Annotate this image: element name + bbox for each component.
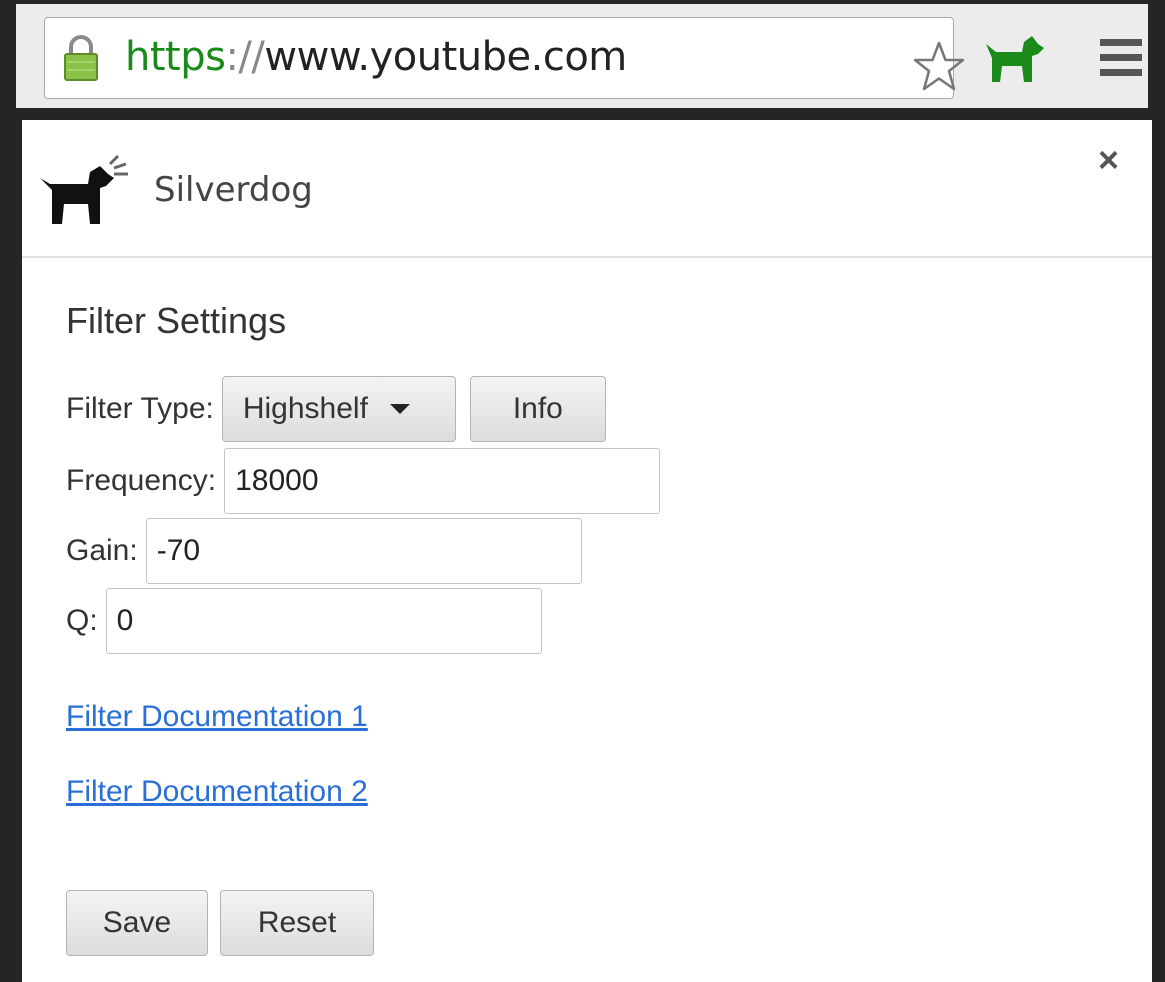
filter-documentation-1-link[interactable]: Filter Documentation 1: [66, 700, 368, 734]
filter-type-select[interactable]: Highshelf: [221, 376, 456, 442]
url-text[interactable]: https://www.youtube.com: [125, 32, 627, 82]
url-host: www.youtube.com: [264, 34, 627, 80]
save-button[interactable]: Save: [66, 890, 208, 956]
menu-icon[interactable]: [1100, 37, 1142, 84]
action-buttons: Save Reset: [66, 890, 374, 956]
lock-icon[interactable]: [63, 34, 99, 87]
popup-header: Silverdog ×: [22, 120, 1152, 256]
filter-type-label: Filter Type:: [66, 392, 214, 425]
extension-popup: Silverdog × Filter Settings Filter Type:…: [22, 120, 1152, 982]
gain-row: Gain:: [66, 518, 582, 584]
q-row: Q:: [66, 588, 542, 654]
filter-type-value: Highshelf: [242, 392, 368, 425]
gain-label: Gain:: [66, 534, 138, 567]
browser-toolbar: https://www.youtube.com: [16, 4, 1148, 108]
filter-documentation-2-link[interactable]: Filter Documentation 2: [66, 775, 368, 809]
address-bar[interactable]: https://www.youtube.com: [44, 17, 965, 99]
chevron-down-icon: [389, 404, 410, 414]
frequency-row: Frequency:: [66, 448, 661, 514]
reset-button[interactable]: Reset: [220, 890, 374, 956]
star-icon[interactable]: [911, 40, 967, 99]
url-scheme: https: [125, 34, 226, 80]
dog-logo-icon: [38, 148, 134, 233]
frequency-label: Frequency:: [66, 464, 217, 497]
gain-input[interactable]: [145, 518, 582, 584]
q-input[interactable]: [105, 588, 542, 654]
section-title: Filter Settings: [66, 300, 287, 341]
info-button[interactable]: Info: [469, 376, 606, 442]
divider: [22, 256, 1152, 258]
app-name: Silverdog: [154, 170, 313, 210]
filter-type-row: Filter Type: Highshelf Info: [66, 376, 606, 442]
url-separator: ://: [225, 34, 265, 80]
q-label: Q:: [66, 604, 98, 637]
close-icon[interactable]: ×: [1098, 142, 1119, 178]
frequency-input[interactable]: [224, 448, 661, 514]
dog-extension-icon[interactable]: [982, 34, 1046, 89]
